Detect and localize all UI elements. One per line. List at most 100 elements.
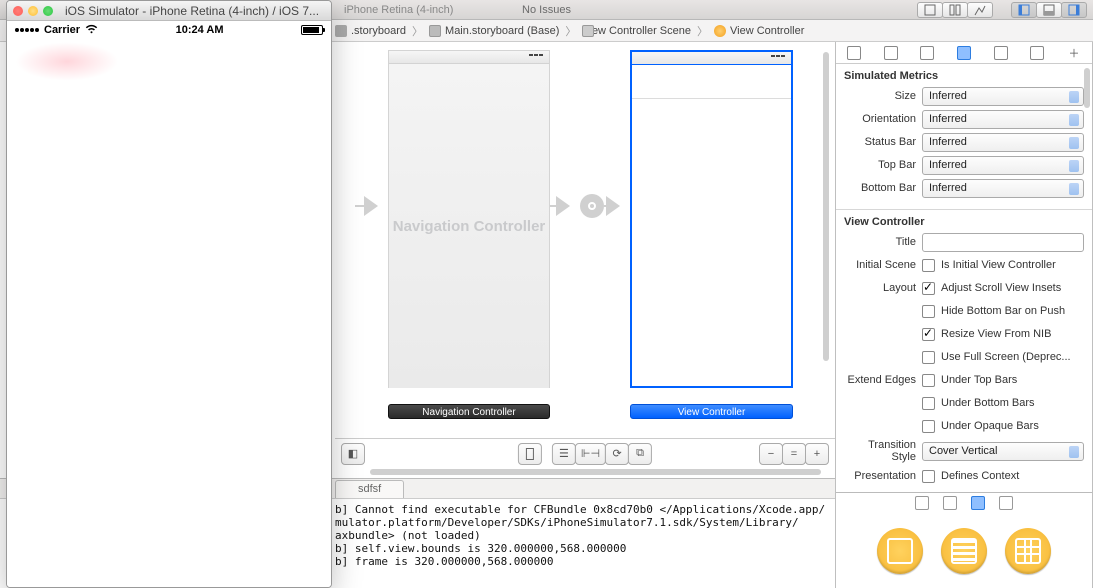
library-media-tab[interactable] bbox=[999, 496, 1013, 510]
section-view-controller: View Controller bbox=[844, 216, 1084, 228]
bc-item-2[interactable]: View Controller Scene bbox=[582, 25, 691, 37]
library-objects-tab[interactable] bbox=[971, 496, 985, 510]
size-class-toggle[interactable] bbox=[518, 443, 542, 465]
adjust-insets-label: Adjust Scroll View Insets bbox=[941, 282, 1061, 294]
resizing-button[interactable]: ⧉ bbox=[628, 443, 652, 465]
scrollbar-vertical[interactable] bbox=[823, 52, 829, 361]
file-icon bbox=[429, 25, 441, 37]
initial-checkbox[interactable] bbox=[922, 259, 935, 272]
zoom-icon[interactable] bbox=[43, 6, 53, 16]
pin-button[interactable]: ⊩⊣ bbox=[575, 443, 606, 465]
inspector-scrollbar[interactable] bbox=[1084, 68, 1090, 108]
editor-standard-button[interactable] bbox=[917, 2, 943, 18]
library-item-tableviewcontroller[interactable] bbox=[941, 528, 987, 574]
align-button[interactable]: ☰ bbox=[552, 443, 576, 465]
under-top-checkbox[interactable] bbox=[922, 374, 935, 387]
chevron-right-icon: 〉 bbox=[565, 23, 576, 39]
statusbar-select[interactable]: Inferred bbox=[922, 133, 1084, 152]
editor-assistant-button[interactable] bbox=[942, 2, 968, 18]
connections-inspector-tab[interactable] bbox=[1025, 44, 1049, 62]
zoom-actual-button[interactable]: = bbox=[782, 443, 806, 465]
scrollbar-horizontal[interactable] bbox=[370, 469, 821, 475]
size-select[interactable]: Inferred bbox=[922, 87, 1084, 106]
bottombar-label: Bottom Bar bbox=[844, 182, 916, 194]
under-opaque-checkbox[interactable] bbox=[922, 420, 935, 433]
document-outline-toggle[interactable]: ◧ bbox=[341, 443, 365, 465]
add-inspector-button[interactable]: ＋ bbox=[1062, 44, 1086, 62]
hide-bottom-bar-checkbox[interactable] bbox=[922, 305, 935, 318]
topbar-label: Top Bar bbox=[844, 159, 916, 171]
title-label: Title bbox=[844, 236, 916, 248]
glow-artifact bbox=[7, 39, 127, 84]
transition-label: Transition Style bbox=[844, 439, 916, 463]
library-file-templates-tab[interactable] bbox=[915, 496, 929, 510]
initial-arrow[interactable] bbox=[355, 196, 388, 216]
time-label: 10:24 AM bbox=[176, 24, 224, 36]
resize-nib-checkbox[interactable] bbox=[922, 328, 935, 341]
view-controller-scene[interactable] bbox=[630, 50, 793, 388]
transition-select[interactable]: Cover Vertical bbox=[922, 442, 1084, 461]
under-bottom-label: Under Bottom Bars bbox=[941, 397, 1035, 409]
library-item-collectionviewcontroller[interactable] bbox=[1005, 528, 1051, 574]
segue-line-left bbox=[550, 196, 580, 216]
bottombar-select[interactable]: Inferred bbox=[922, 179, 1084, 198]
toggle-debug-button[interactable] bbox=[1036, 2, 1062, 18]
inspector-selector: ＋ bbox=[836, 42, 1092, 64]
viewcontroller-icon bbox=[714, 25, 726, 37]
defines-context-checkbox[interactable] bbox=[922, 470, 935, 483]
zoom-out-button[interactable]: − bbox=[759, 443, 783, 465]
layout-label: Layout bbox=[844, 282, 916, 294]
nav-placeholder: Navigation Controller bbox=[393, 218, 546, 235]
scene-icon bbox=[582, 25, 594, 37]
orientation-select[interactable]: Inferred bbox=[922, 110, 1084, 129]
title-field[interactable] bbox=[922, 233, 1084, 252]
bc-item-0[interactable]: .storyboard bbox=[351, 25, 406, 37]
extend-edges-label: Extend Edges bbox=[844, 374, 916, 386]
resolve-issues-button[interactable]: ⟳ bbox=[605, 443, 629, 465]
library-item-viewcontroller[interactable] bbox=[877, 528, 923, 574]
identity-inspector-tab[interactable] bbox=[915, 44, 939, 62]
chevron-right-icon: 〉 bbox=[412, 23, 423, 39]
attributes-inspector-tab[interactable] bbox=[952, 44, 976, 62]
scene-label-view[interactable]: View Controller bbox=[630, 404, 793, 419]
hide-bottom-bar-label: Hide Bottom Bar on Push bbox=[941, 305, 1065, 317]
navigation-controller-scene[interactable]: Navigation Controller bbox=[388, 50, 550, 388]
scene-label-nav[interactable]: Navigation Controller bbox=[388, 404, 550, 419]
canvas-toolbar: ◧ ☰ ⊩⊣ ⟳ ⧉ − = + bbox=[335, 438, 835, 468]
file-inspector-tab[interactable] bbox=[842, 44, 866, 62]
close-icon[interactable] bbox=[13, 6, 23, 16]
ios-simulator-window[interactable]: iOS Simulator - iPhone Retina (4-inch) /… bbox=[6, 0, 332, 588]
adjust-insets-checkbox[interactable] bbox=[922, 282, 935, 295]
library-code-snippets-tab[interactable] bbox=[943, 496, 957, 510]
full-screen-label: Use Full Screen (Deprec... bbox=[941, 351, 1071, 363]
toggle-navigator-button[interactable] bbox=[1011, 2, 1037, 18]
statusbar-label: Status Bar bbox=[844, 136, 916, 148]
full-screen-checkbox[interactable] bbox=[922, 351, 935, 364]
quickhelp-inspector-tab[interactable] bbox=[879, 44, 903, 62]
under-top-label: Under Top Bars bbox=[941, 374, 1017, 386]
minimize-icon[interactable] bbox=[28, 6, 38, 16]
topbar-select[interactable]: Inferred bbox=[922, 156, 1084, 175]
initial-ck-label: Is Initial View Controller bbox=[941, 259, 1056, 271]
chevron-right-icon: 〉 bbox=[697, 23, 708, 39]
library-panel bbox=[836, 492, 1092, 588]
under-bottom-checkbox[interactable] bbox=[922, 397, 935, 410]
defines-context-label: Defines Context bbox=[941, 470, 1019, 482]
segue-line-right bbox=[604, 196, 630, 216]
size-inspector-tab[interactable] bbox=[989, 44, 1013, 62]
bc-item-3[interactable]: View Controller bbox=[730, 25, 804, 37]
simulator-titlebar[interactable]: iOS Simulator - iPhone Retina (4-inch) /… bbox=[7, 1, 331, 21]
bc-item-1[interactable]: Main.storyboard (Base) bbox=[445, 25, 559, 37]
wifi-icon bbox=[85, 24, 98, 37]
simulator-title: iOS Simulator - iPhone Retina (4-inch) /… bbox=[59, 4, 325, 18]
console-tab[interactable]: sdfsf bbox=[335, 480, 404, 498]
simulator-screen[interactable]: Carrier 10:24 AM bbox=[7, 21, 331, 587]
zoom-in-button[interactable]: + bbox=[805, 443, 829, 465]
section-simulated-metrics: Simulated Metrics bbox=[844, 70, 1084, 82]
editor-version-button[interactable] bbox=[967, 2, 993, 18]
toggle-utilities-button[interactable] bbox=[1061, 2, 1087, 18]
carrier-label: Carrier bbox=[44, 24, 80, 36]
presentation-label: Presentation bbox=[844, 470, 916, 482]
segue-relationship-icon[interactable] bbox=[580, 194, 604, 218]
size-label: Size bbox=[844, 90, 916, 102]
